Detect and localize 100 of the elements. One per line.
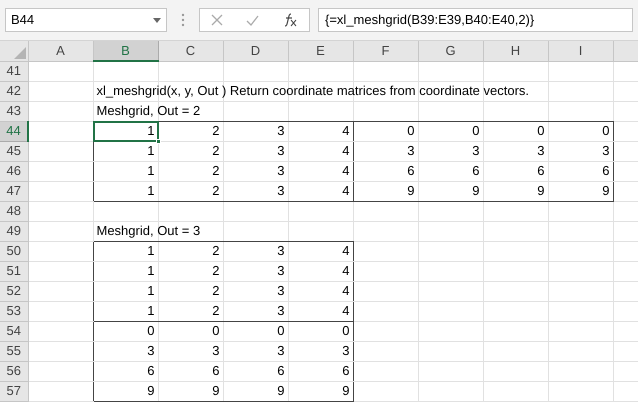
table-cell: 1 — [147, 143, 154, 158]
column-header[interactable]: H — [483, 41, 548, 61]
table-cell: 0 — [147, 323, 154, 338]
table-cell: 2 — [212, 163, 220, 178]
table-cell: 1 — [147, 263, 154, 278]
table-cell: 4 — [342, 303, 350, 318]
table-cell: 3 — [602, 143, 610, 158]
table-cell: 1 — [147, 163, 154, 178]
cancel-icon[interactable] — [211, 14, 224, 26]
cell-text: xl_meshgrid(x, y, Out ) Return coordinate matrices from coordinate vectors. — [96, 83, 530, 99]
table-cell: 6 — [147, 363, 154, 378]
select-all-corner[interactable] — [0, 41, 28, 61]
row-header[interactable]: 54 — [0, 321, 28, 341]
column-header[interactable]: G — [418, 41, 483, 61]
table-cell: 4 — [342, 143, 350, 158]
row-header[interactable]: 43 — [0, 101, 28, 121]
table-cell: 3 — [277, 303, 284, 318]
table-cell: 3 — [472, 143, 480, 158]
table-cell: 9 — [602, 183, 610, 198]
table-cell: 4 — [342, 283, 350, 298]
table-cell: 9 — [537, 183, 544, 198]
row-header[interactable]: 50 — [0, 241, 28, 261]
column-header[interactable]: F — [353, 41, 418, 61]
table-cell: 6 — [212, 363, 220, 378]
row-header[interactable]: 57 — [0, 381, 28, 401]
table-cell: 4 — [342, 183, 350, 198]
table-cell: 4 — [342, 263, 350, 278]
table-cell: 3 — [277, 343, 284, 358]
table-cell: 0 — [472, 123, 480, 138]
column-header[interactable]: A — [28, 41, 93, 61]
table-cell: 6 — [277, 363, 284, 378]
table-cell: 3 — [277, 163, 284, 178]
table-cell: 3 — [277, 243, 284, 258]
row-header[interactable]: 52 — [0, 281, 28, 301]
table-cell: 9 — [212, 383, 220, 398]
table-cell: 6 — [472, 163, 480, 178]
table-cell: 4 — [342, 123, 350, 138]
table-cell: 0 — [277, 323, 284, 338]
table-cell: 4 — [342, 243, 350, 258]
table-cell: 2 — [212, 143, 220, 158]
table-cell: 3 — [277, 123, 284, 138]
table-cell: 1 — [147, 123, 154, 138]
table-cell: 1 — [147, 243, 154, 258]
table-cell: 1 — [147, 303, 154, 318]
column-header[interactable]: I — [548, 41, 613, 61]
table-cell: 6 — [537, 163, 544, 178]
table-cell: 3 — [277, 283, 284, 298]
table-cell: 3 — [537, 143, 544, 158]
table-cell: 3 — [277, 183, 284, 198]
check-icon[interactable] — [246, 14, 259, 26]
table-cell: 1 — [147, 283, 154, 298]
table-cell: 2 — [212, 303, 220, 318]
table-cell: 3 — [407, 143, 414, 158]
column-header[interactable]: B — [93, 41, 158, 61]
table-cell: 2 — [212, 243, 220, 258]
table-cell: 2 — [212, 123, 220, 138]
cell-text: Meshgrid, Out = 3 — [96, 223, 200, 239]
row-header[interactable]: 48 — [0, 201, 28, 221]
table-cell: 6 — [407, 163, 414, 178]
row-header[interactable]: 56 — [0, 361, 28, 381]
row-header[interactable]: 49 — [0, 221, 28, 241]
row-header[interactable]: 45 — [0, 141, 28, 161]
table-cell: 3 — [147, 343, 154, 358]
table-cell: 2 — [212, 263, 220, 278]
corner-triangle-icon — [14, 46, 26, 58]
table-cell: 1 — [147, 183, 154, 198]
table-cell: 9 — [147, 383, 154, 398]
row-header[interactable]: 51 — [0, 261, 28, 281]
table-cell: 3 — [342, 343, 350, 358]
table-cell: 6 — [602, 163, 610, 178]
dropdown-icon — [153, 18, 161, 22]
column-header[interactable]: D — [223, 41, 288, 61]
table-cell: 3 — [212, 343, 220, 358]
table-cell: 0 — [342, 323, 350, 338]
formula-field[interactable]: {=xl_meshgrid(B39:E39,B40:E40,2)} — [318, 8, 633, 32]
table-cell: 2 — [212, 283, 220, 298]
table-cell: 9 — [407, 183, 414, 198]
table-cell: 9 — [472, 183, 480, 198]
table-cell: 2 — [212, 183, 220, 198]
table-cell: 0 — [212, 323, 220, 338]
row-header[interactable]: 42 — [0, 81, 28, 101]
row-header[interactable]: 53 — [0, 301, 28, 321]
table-cell: 0 — [407, 123, 414, 138]
column-header[interactable]: E — [288, 41, 353, 61]
name-box[interactable]: B44 — [5, 8, 167, 32]
row-header[interactable]: 55 — [0, 341, 28, 361]
table-cell: 0 — [537, 123, 544, 138]
column-header[interactable]: C — [158, 41, 223, 61]
table-cell: 9 — [342, 383, 350, 398]
row-header[interactable]: 47 — [0, 181, 28, 201]
table-cell: 4 — [342, 163, 350, 178]
table-cell: 0 — [602, 123, 610, 138]
table-cell: 9 — [277, 383, 284, 398]
grip-icon — [181, 13, 185, 27]
table-cell: 3 — [277, 143, 284, 158]
row-header[interactable]: 44 — [0, 121, 28, 141]
row-header[interactable]: 46 — [0, 161, 28, 181]
cell-text: Meshgrid, Out = 2 — [96, 103, 200, 119]
table-cell: 3 — [277, 263, 284, 278]
row-header[interactable]: 41 — [0, 61, 28, 81]
